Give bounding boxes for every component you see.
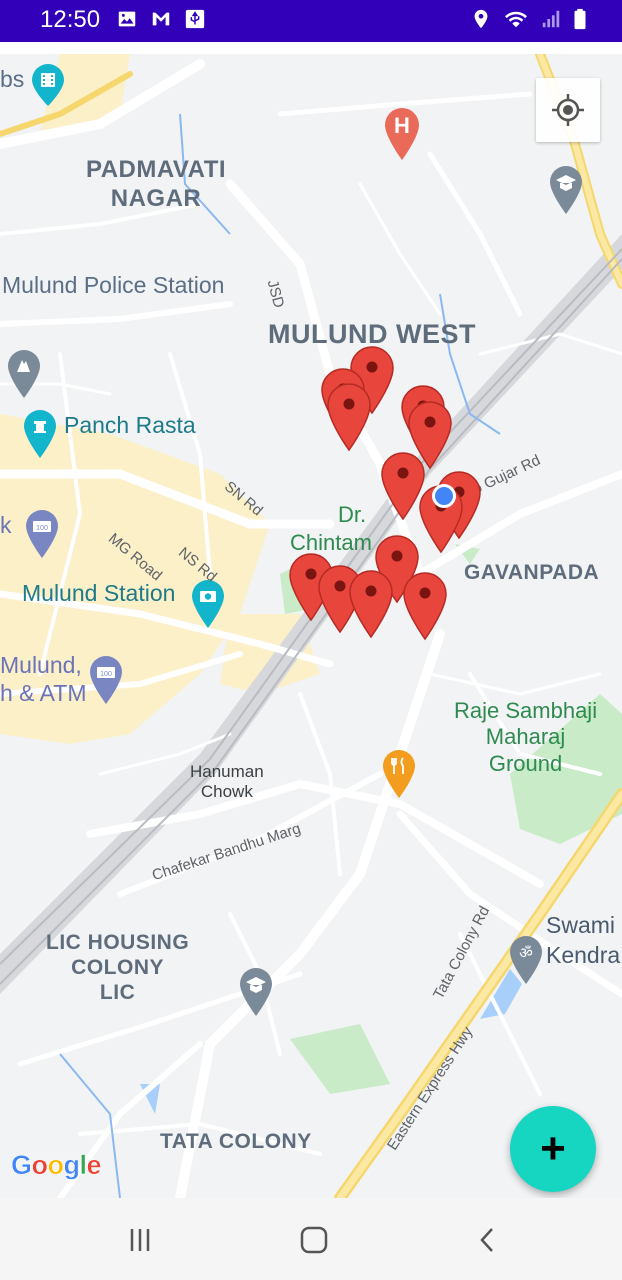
map-marker[interactable] [326, 382, 372, 452]
svg-text:100: 100 [100, 671, 112, 678]
usb-icon [185, 9, 205, 29]
museum-icon [8, 350, 40, 398]
label-lic-housing-colony: LIC HOUSING COLONY LIC [46, 931, 190, 1005]
map-view[interactable]: H 100 100 ॐ PADMAVATI NAGAR MULUND WEST … [0, 54, 622, 1198]
cinema-icon [32, 64, 64, 106]
label-labs: bs [0, 66, 25, 92]
bank-icon: 100 [26, 510, 58, 558]
label-raje-sambhaji-ground: Raje Sambhaji Maharaj Ground [454, 698, 598, 776]
school-icon-2 [240, 968, 272, 1016]
label-gavanpada: GAVANPADA [464, 561, 600, 584]
google-logo: Google [11, 1150, 102, 1181]
label-mulund-atm-1: Mulund, [0, 652, 82, 678]
label-kendra: Kendra [546, 942, 621, 968]
recents-icon [130, 1229, 150, 1251]
crosshair-icon [552, 94, 584, 126]
map-base [0, 54, 622, 1198]
gmail-icon [152, 12, 170, 26]
temple-icon: ॐ [510, 936, 542, 984]
home-icon [300, 1226, 328, 1254]
status-time: 12:50 [40, 6, 101, 33]
svg-text:100: 100 [36, 525, 48, 532]
location-icon [474, 9, 488, 29]
camera-icon [192, 580, 224, 628]
hospital-icon: H [385, 108, 419, 160]
home-button[interactable] [294, 1220, 334, 1260]
current-location-dot [432, 484, 456, 508]
label-panch-rasta: Panch Rasta [64, 412, 196, 438]
add-fab-button[interactable]: + [510, 1106, 596, 1192]
restaurant-icon [383, 750, 415, 798]
label-police-station: Mulund Police Station [2, 272, 225, 298]
label-dr: Dr. [338, 502, 367, 527]
signal-icon [542, 10, 560, 28]
status-bar: 12:50 [0, 0, 622, 42]
svg-text:H: H [394, 113, 410, 138]
back-icon [480, 1228, 493, 1252]
atm-icon: 100 [90, 656, 122, 704]
label-tata-colony: TATA COLONY [160, 1130, 312, 1153]
battery-icon [574, 8, 586, 30]
label-mulund-atm-2: h & ATM [0, 680, 87, 706]
navigation-bar [0, 1198, 622, 1280]
image-icon [118, 11, 136, 27]
monument-icon [24, 410, 56, 458]
label-swami: Swami [546, 912, 616, 938]
map-marker[interactable] [348, 569, 394, 639]
back-button[interactable] [468, 1220, 508, 1260]
my-location-button[interactable] [536, 78, 600, 142]
wifi-icon [505, 11, 527, 28]
label-padmavati-nagar: PADMAVATI NAGAR [86, 156, 227, 212]
school-icon [550, 166, 582, 214]
label-bank: k [0, 512, 12, 538]
svg-text:ॐ: ॐ [519, 944, 533, 962]
map-marker[interactable] [402, 571, 448, 641]
plus-icon: + [540, 1124, 566, 1173]
label-hanuman-chowk: Hanuman Chowk [190, 762, 264, 802]
recents-button[interactable] [120, 1220, 160, 1260]
